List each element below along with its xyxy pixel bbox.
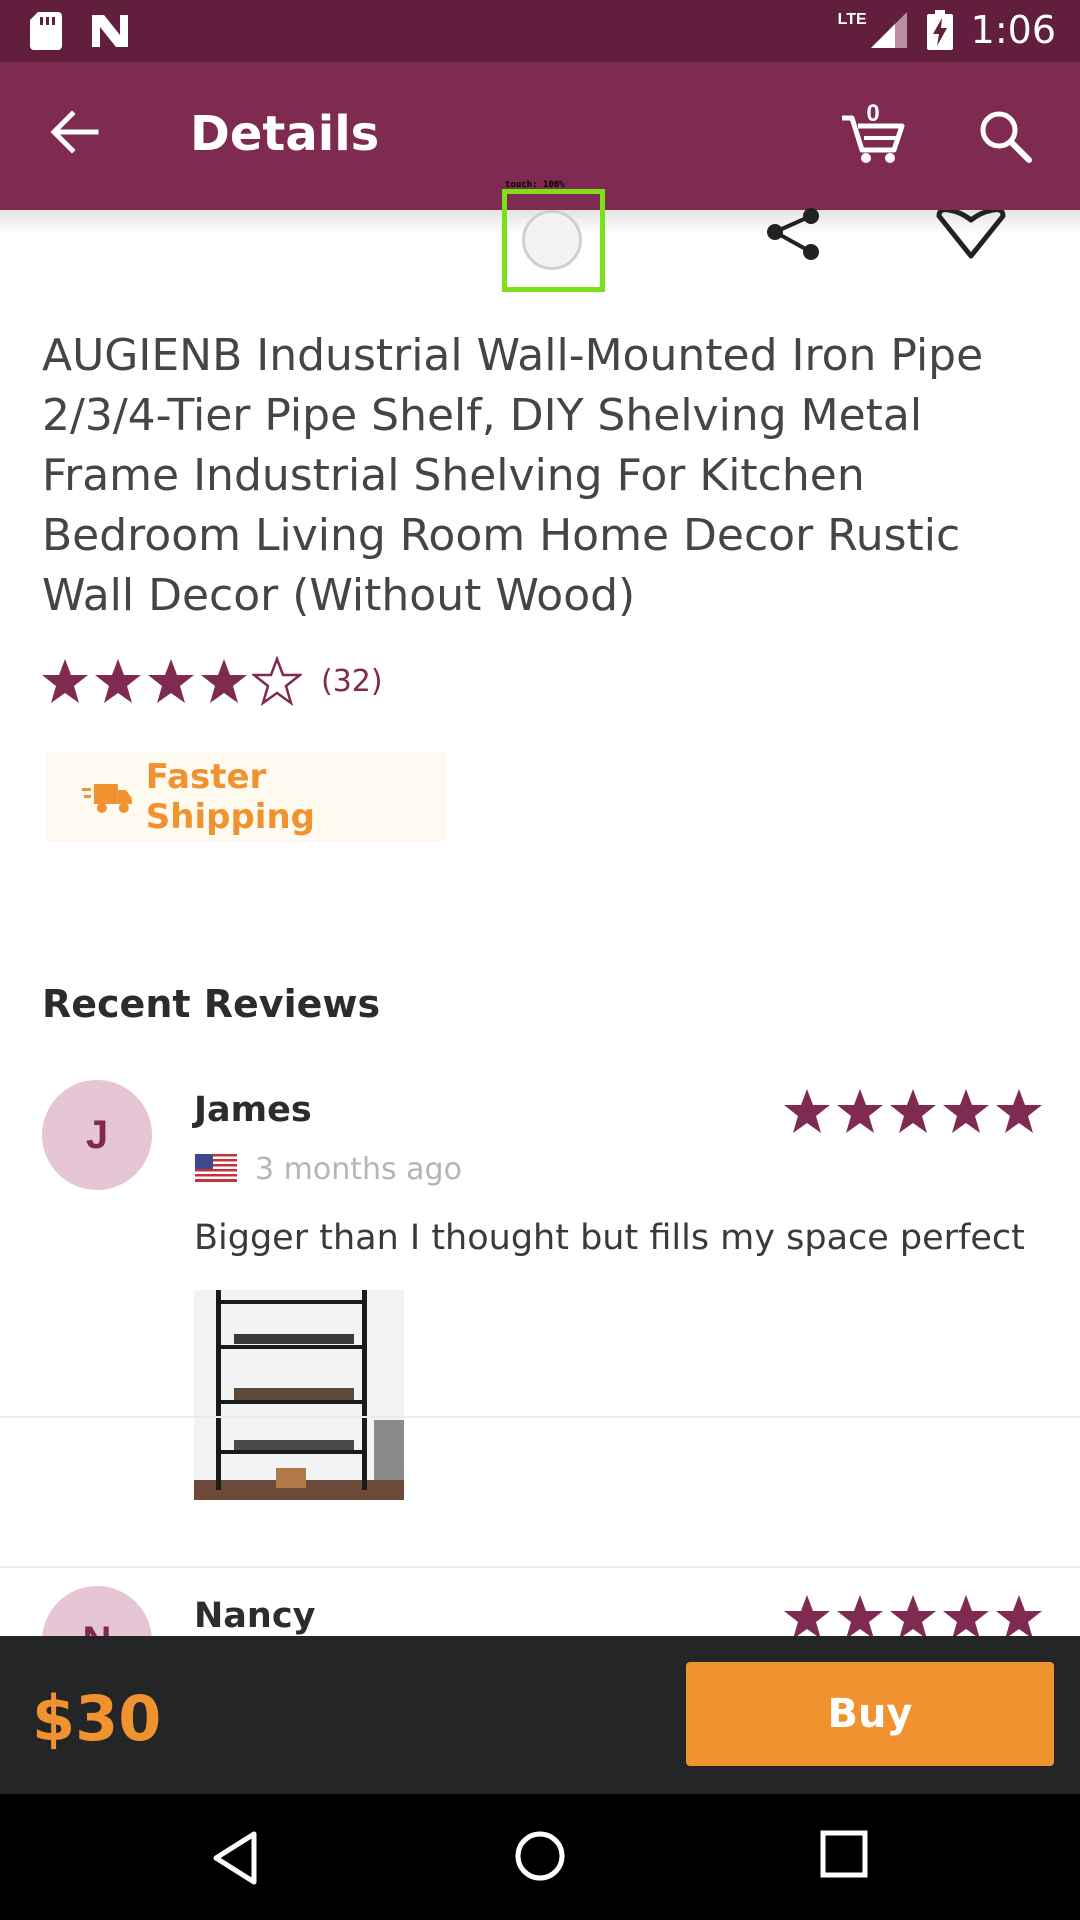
star-filled-icon [148, 659, 194, 703]
divider [0, 1566, 1080, 1568]
network-label: LTE [837, 11, 867, 28]
shelf-image [194, 1290, 404, 1500]
reviewer-name: James [194, 1090, 312, 1130]
us-flag-icon [195, 1154, 237, 1182]
nav-home-icon[interactable] [514, 1830, 566, 1882]
back-arrow-icon[interactable] [44, 102, 104, 162]
heart-icon[interactable] [935, 210, 1007, 260]
star-filled-icon [890, 1595, 936, 1639]
status-bar: LTE 1:06 [0, 0, 1080, 62]
touch-label: touch: 100% [505, 180, 565, 190]
star-filled-icon [201, 659, 247, 703]
star-filled-icon [890, 1089, 936, 1133]
clock: 1:06 [970, 8, 1056, 52]
buy-bar: $30 Buy [0, 1636, 1080, 1794]
system-nav-bar [0, 1794, 1080, 1920]
page-title: Details [190, 106, 380, 162]
review-stars [782, 1086, 1047, 1136]
reviewer-name: Nancy [194, 1596, 316, 1636]
search-icon[interactable] [975, 106, 1035, 166]
star-filled-icon [784, 1595, 830, 1639]
star-outline-icon [252, 656, 302, 706]
star-filled-icon [996, 1595, 1042, 1639]
nav-back-icon[interactable] [210, 1830, 260, 1886]
rating-count: (32) [321, 663, 383, 699]
divider [0, 1416, 1080, 1418]
reviews-section-title: Recent Reviews [42, 982, 381, 1026]
faster-shipping-badge: Faster Shipping [46, 752, 446, 842]
star-filled-icon [996, 1089, 1042, 1133]
nav-recents-icon[interactable] [820, 1830, 868, 1878]
shipping-label: Faster Shipping [145, 757, 316, 837]
review-date: 3 months ago [255, 1152, 462, 1187]
review-stars [782, 1592, 1047, 1642]
sd-card-icon [30, 12, 62, 50]
star-filled-icon [943, 1089, 989, 1133]
review-text: Bigger than I thought but fills my space… [194, 1218, 1025, 1258]
product-rating[interactable]: (32) [40, 656, 383, 706]
star-filled-icon [42, 659, 88, 703]
touch-highlight-box [502, 189, 605, 292]
star-filled-icon [837, 1595, 883, 1639]
review-photo[interactable] [194, 1290, 404, 1500]
product-title: AUGIENB Industrial Wall-Mounted Iron Pip… [42, 330, 984, 621]
avatar: J [42, 1080, 152, 1190]
star-filled-icon [784, 1089, 830, 1133]
price: $30 [32, 1682, 162, 1755]
star-filled-icon [95, 659, 141, 703]
truck-icon [82, 784, 132, 813]
cart-count-badge: 0 [866, 100, 880, 127]
buy-button[interactable]: Buy [686, 1662, 1054, 1766]
battery-charging-icon [926, 10, 953, 50]
star-filled-icon [837, 1089, 883, 1133]
n-icon [92, 15, 128, 47]
signal-icon [870, 12, 907, 48]
share-icon[interactable] [765, 208, 823, 260]
star-filled-icon [943, 1595, 989, 1639]
